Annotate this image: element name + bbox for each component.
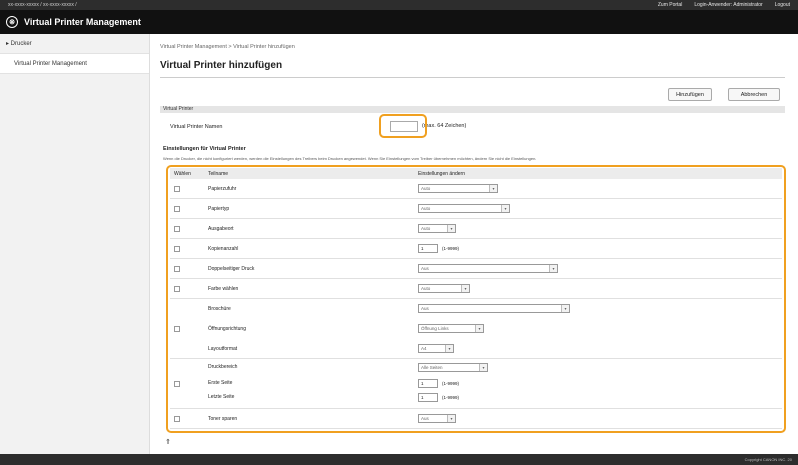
add-button[interactable]: Hinzufügen [668, 88, 712, 101]
top-bar: xx-xxxx-xxxxx / xx-xxxx-xxxxx / Zum Port… [0, 0, 798, 10]
login-user: Login-Anwender: Administrator [694, 2, 763, 8]
settings-section-title: Einstellungen für Virtual Printer [163, 146, 246, 152]
page-title: Virtual Printer hinzufügen [160, 60, 283, 71]
divider [160, 77, 785, 78]
host-path: xx-xxxx-xxxxx / xx-xxxx-xxxxx / [8, 2, 77, 8]
highlight-name-field [379, 114, 427, 138]
app-logo-icon: ⊗ [6, 16, 18, 28]
sidebar-item-vpm[interactable]: Virtual Printer Management [0, 54, 149, 74]
main-content: Virtual Printer Management > Virtual Pri… [160, 34, 790, 454]
footer: Copyright CANON INC. 20 [0, 454, 798, 465]
settings-note: Wenn die Drucker, die nicht konfiguriert… [163, 156, 537, 161]
printer-name-label: Virtual Printer Namen [170, 124, 223, 130]
portal-link[interactable]: Zum Portal [658, 2, 682, 8]
breadcrumb: Virtual Printer Management > Virtual Pri… [160, 44, 295, 50]
highlight-settings-table [166, 165, 786, 433]
sidebar: ▸ Drucker Virtual Printer Management [0, 34, 150, 454]
cancel-button[interactable]: Abbrechen [728, 88, 780, 101]
logout-link[interactable]: Logout [775, 2, 790, 8]
printer-name-hint: (max. 64 Zeichen) [422, 123, 467, 129]
virtual-printer-name-row: Virtual Printer Namen (max. 64 Zeichen) [160, 115, 785, 139]
sidebar-item-printer[interactable]: ▸ Drucker [0, 34, 149, 54]
virtual-printer-section-header: Virtual Printer [160, 106, 785, 113]
app-header: ⊗ Virtual Printer Management [0, 10, 798, 34]
back-to-top-icon[interactable]: ⇑ [165, 438, 171, 446]
app-title: Virtual Printer Management [24, 17, 141, 27]
